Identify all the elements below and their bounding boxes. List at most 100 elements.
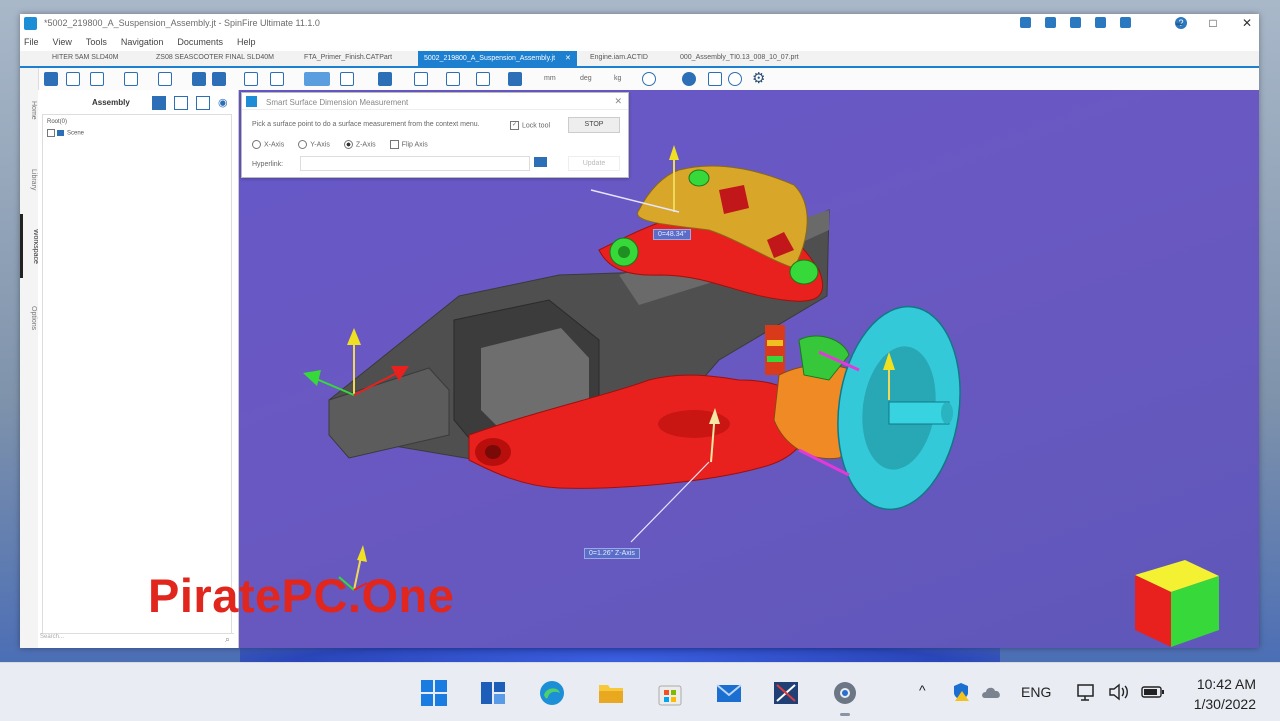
spring-damper[interactable] [765,325,785,375]
update-button[interactable]: Update [568,156,620,171]
measurement-dialog: Smart Surface Dimension Measurement ✕ Pi… [241,92,629,178]
doc-tab[interactable]: HITER 5AM SLD40M [52,54,119,61]
stop-button[interactable]: STOP [568,117,620,133]
measurement-label-upper[interactable]: 0=48.34" [653,229,691,240]
edge-browser-icon[interactable] [538,679,566,707]
radio-z-axis[interactable]: Z-Axis [343,140,376,149]
menu-help[interactable]: Help [237,37,256,47]
brake-disc[interactable] [825,299,972,518]
menu-navigation[interactable]: Navigation [121,37,164,47]
info-icon[interactable] [728,72,742,86]
share-icon[interactable] [1095,17,1106,28]
spinfire-app-icon [24,17,37,30]
visibility-checkbox[interactable] [47,129,55,137]
side-tab-workspace[interactable]: Workspace [20,214,39,278]
measure-tool-icon[interactable] [304,72,330,86]
settings-dropdown-icon[interactable] [1120,17,1131,28]
angle-icon[interactable] [476,72,490,86]
gear-icon[interactable]: ⚙ [752,69,766,87]
edit-icon[interactable] [174,96,188,110]
search-icon[interactable]: ⌕ [225,634,230,645]
clipboard-icon[interactable] [244,72,258,86]
doc-tab-active[interactable]: 5002_219800_A_Suspension_Assembly.jt ✕ [418,51,577,66]
folder-icon[interactable] [534,157,547,167]
precision-icon[interactable] [642,72,656,86]
flip-axis-checkbox[interactable]: Flip Axis [389,140,428,149]
close-tab-icon[interactable]: ✕ [565,55,571,62]
task-view-icon[interactable] [479,679,507,707]
window-view-icon[interactable] [124,72,138,86]
network-icon[interactable] [1076,682,1098,702]
onedrive-cloud-icon[interactable] [981,685,1003,699]
file-explorer-icon[interactable] [597,679,625,707]
eye-icon[interactable]: ◉ [218,96,232,110]
axis-icon[interactable] [708,72,722,86]
defender-warning-icon[interactable] [950,682,972,702]
home-view-icon[interactable] [44,72,58,86]
measurement-label-lower[interactable]: 0=1.26" Z-Axis [584,548,640,559]
layout-icon[interactable] [158,72,172,86]
main-toolbar: mm deg kg ⚙ [20,68,1259,91]
angle-unit-select[interactable]: deg [580,75,592,89]
material-icon[interactable] [508,72,522,86]
menu-tools[interactable]: Tools [86,37,107,47]
close-icon[interactable]: ✕ [614,96,622,107]
side-tab-library[interactable]: Library [21,160,37,200]
annotate-icon[interactable] [340,72,354,86]
save-icon[interactable] [1045,17,1056,28]
pin-icon[interactable] [196,96,210,110]
view-cube[interactable] [1135,560,1219,647]
system-clock[interactable]: 10:42 AM 1/30/2022 [1178,674,1256,714]
cloud-download-icon[interactable] [1020,17,1031,28]
running-indicator [840,713,850,716]
component-icon[interactable] [682,72,696,86]
print-icon[interactable] [1070,17,1081,28]
tree-item-scene[interactable]: Scene [47,129,84,137]
length-unit-select[interactable]: mm [544,75,556,89]
view-mode-icon[interactable] [192,72,206,86]
explode-icon[interactable] [414,72,428,86]
axis-radio-group: X-Axis Y-Axis Z-Axis Flip Axis [252,140,428,149]
close-button[interactable]: ✕ [1241,16,1253,30]
lock-tool-checkbox[interactable]: ✓ Lock tool [510,121,550,130]
radio-x-axis[interactable]: X-Axis [252,140,284,149]
doc-tab[interactable]: Engine.iam.ACTID [590,54,648,61]
settings-gear-icon[interactable] [831,679,859,707]
layers-icon[interactable] [212,72,226,86]
window-controls: – □ ✕ [1173,16,1253,30]
search-input[interactable]: Search... [40,634,64,640]
doc-tab-label: 5002_219800_A_Suspension_Assembly.jt [424,55,556,62]
maximize-button[interactable]: □ [1207,16,1219,30]
mass-unit-select[interactable]: kg [614,75,621,89]
battery-icon[interactable] [1141,685,1165,699]
store-icon[interactable] [656,679,684,707]
volume-icon[interactable] [1108,683,1130,701]
tree-search[interactable]: Search... ⌕ [40,633,234,646]
language-indicator[interactable]: ENG [1021,684,1051,700]
minimize-button[interactable]: – [1173,16,1185,30]
tree-root[interactable]: Root(0) [47,119,67,125]
dimension-icon[interactable] [446,72,460,86]
radio-y-axis[interactable]: Y-Axis [298,140,330,149]
doc-tab[interactable]: 000_Assembly_TI0.13_008_10_07.prt [680,54,799,61]
menu-documents[interactable]: Documents [177,37,223,47]
start-icon[interactable] [420,679,448,707]
grid-view-icon[interactable] [152,96,166,110]
side-tab-options[interactable]: Options [21,294,37,342]
orbit-icon[interactable] [66,72,80,86]
hyperlink-input[interactable] [300,156,530,171]
side-tab-home[interactable]: Home [21,90,37,130]
snipping-tool-icon[interactable] [772,679,800,707]
section-icon[interactable] [378,72,392,86]
menu-view[interactable]: View [53,37,72,47]
mail-icon[interactable] [715,679,743,707]
window-title: *5002_219800_A_Suspension_Assembly.jt - … [44,18,320,28]
fit-view-icon[interactable] [270,72,284,86]
radio-label: Y-Axis [310,141,330,149]
chevron-up-icon[interactable]: ^ [919,682,926,698]
side-tab-strip: Home Library Workspace Options [20,68,39,648]
back-icon[interactable] [90,72,104,86]
menu-file[interactable]: File [24,37,39,47]
doc-tab[interactable]: FTA_Primer_Finish.CATPart [304,54,392,61]
doc-tab[interactable]: ZS08 SEASCOOTER FINAL SLD40M [156,54,274,61]
